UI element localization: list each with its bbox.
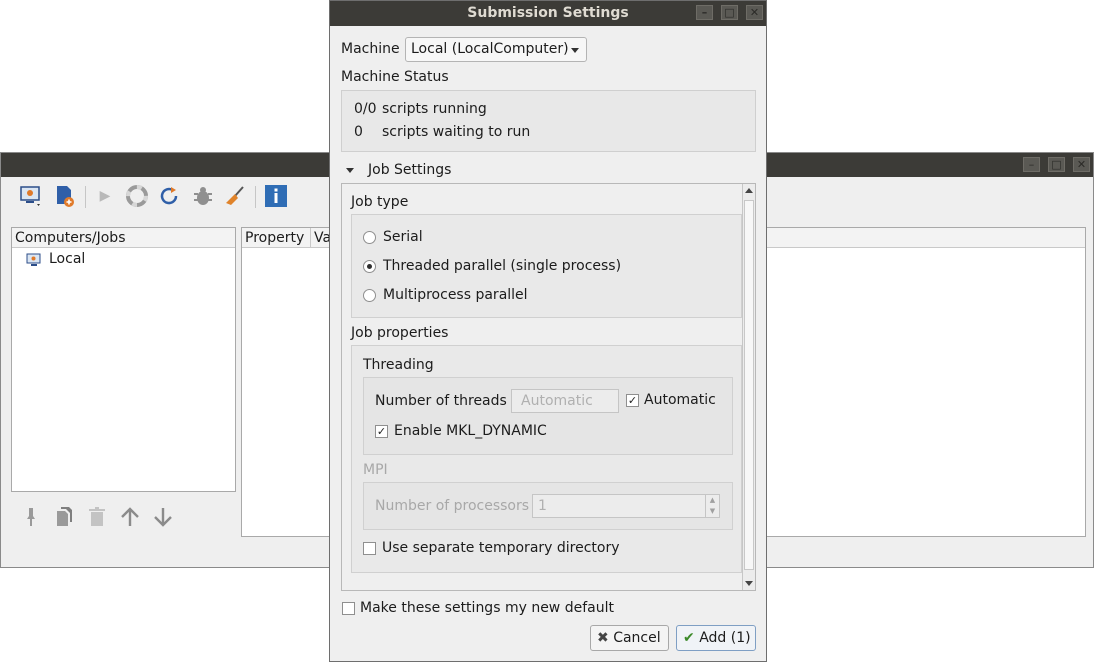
- job-settings-scrollarea[interactable]: Job type Serial Threaded parallel (singl…: [341, 183, 756, 591]
- job-settings-title: Job Settings: [368, 162, 452, 178]
- processors-spinbox[interactable]: 1 ▲ ▼: [532, 494, 720, 518]
- radio-label: Multiprocess parallel: [383, 287, 528, 303]
- radio-label: Threaded parallel (single process): [383, 258, 622, 274]
- add-button-label: Add (1): [699, 630, 751, 646]
- scroll-up-icon[interactable]: [745, 188, 753, 193]
- processors-label: Number of processors: [375, 498, 530, 514]
- close-icon[interactable]: ✕: [1073, 157, 1090, 172]
- threading-group: Number of threads Automatic ✓ Automatic …: [363, 377, 733, 455]
- machine-label: Machine: [341, 41, 400, 57]
- machine-status-title: Machine Status: [341, 69, 449, 85]
- clean-icon[interactable]: [223, 184, 247, 208]
- tree-item-label: Local: [49, 251, 86, 267]
- mpi-title: MPI: [363, 462, 388, 478]
- spin-arrows-icon[interactable]: ▲ ▼: [705, 495, 719, 517]
- machine-select[interactable]: Local (LocalComputer): [405, 37, 587, 62]
- default-settings-label: Make these settings my new default: [360, 600, 614, 616]
- tree-header[interactable]: Computers/Jobs: [12, 228, 235, 248]
- dialog-title: Submission Settings: [467, 5, 629, 21]
- job-properties-title: Job properties: [351, 325, 449, 341]
- copy-icon[interactable]: [52, 505, 76, 529]
- scroll-down-icon[interactable]: [745, 581, 753, 586]
- machine-status-box: 0/0 scripts running 0 scripts waiting to…: [341, 90, 756, 152]
- machine-select-value: Local (LocalComputer): [411, 41, 569, 57]
- mkl-dynamic-checkbox[interactable]: ✓: [375, 425, 388, 438]
- arrow-down-icon[interactable]: [151, 505, 175, 529]
- mkl-dynamic-label: Enable MKL_DYNAMIC: [394, 423, 547, 439]
- column-property[interactable]: Property: [245, 230, 304, 246]
- add-button[interactable]: ✔ Add (1): [676, 625, 756, 651]
- minimize-icon[interactable]: –: [1023, 157, 1040, 172]
- toolbar-separator: [85, 186, 86, 208]
- maximize-icon[interactable]: □: [721, 5, 738, 20]
- computer-icon: [26, 252, 42, 268]
- status-count: 0: [354, 124, 363, 140]
- cancel-button-label: Cancel: [613, 630, 661, 646]
- mpi-group: Number of processors 1 ▲ ▼: [363, 482, 733, 530]
- refresh-icon[interactable]: [157, 184, 181, 208]
- job-properties-group: Threading Number of threads Automatic ✓ …: [351, 345, 742, 573]
- status-text: scripts running: [382, 101, 487, 117]
- threading-title: Threading: [363, 357, 434, 373]
- toolbar-separator: [255, 186, 256, 208]
- info-icon[interactable]: [264, 184, 288, 208]
- bug-icon[interactable]: [191, 184, 215, 208]
- threads-label: Number of threads: [375, 393, 507, 409]
- close-icon[interactable]: ✕: [746, 5, 763, 20]
- arrow-up-icon[interactable]: [118, 505, 142, 529]
- threads-input[interactable]: Automatic: [511, 389, 619, 413]
- radio-button[interactable]: [363, 260, 376, 273]
- add-job-icon[interactable]: [53, 184, 77, 208]
- lifebuoy-icon[interactable]: [125, 184, 149, 208]
- cancel-button[interactable]: ✖ Cancel: [590, 625, 669, 651]
- computers-jobs-tree[interactable]: Computers/Jobs Local: [11, 227, 236, 492]
- temp-dir-label: Use separate temporary directory: [382, 540, 620, 556]
- computer-menu-icon[interactable]: [19, 184, 43, 208]
- chevron-down-icon: [571, 48, 579, 53]
- processors-value: 1: [538, 498, 547, 514]
- submission-settings-dialog: Submission Settings – □ ✕ Machine Local …: [329, 0, 767, 662]
- radio-button[interactable]: [363, 289, 376, 302]
- dialog-titlebar: Submission Settings – □ ✕: [330, 1, 766, 26]
- minimize-icon[interactable]: –: [696, 5, 713, 20]
- maximize-icon[interactable]: □: [1048, 157, 1065, 172]
- vertical-scrollbar[interactable]: [742, 184, 755, 590]
- job-type-title: Job type: [351, 194, 409, 210]
- chevron-down-icon: [346, 168, 354, 173]
- radio-label: Serial: [383, 229, 423, 245]
- run-icon[interactable]: ▶: [93, 184, 117, 208]
- scrollbar-thumb[interactable]: [744, 200, 754, 570]
- trash-icon[interactable]: [85, 505, 109, 529]
- temp-dir-checkbox[interactable]: [363, 542, 376, 555]
- pin-icon[interactable]: [19, 505, 43, 529]
- status-count: 0/0: [354, 101, 377, 117]
- automatic-label: Automatic: [644, 392, 716, 408]
- default-settings-checkbox[interactable]: [342, 602, 355, 615]
- automatic-checkbox[interactable]: ✓: [626, 394, 639, 407]
- radio-button[interactable]: [363, 231, 376, 244]
- job-type-group: Serial Threaded parallel (single process…: [351, 214, 742, 318]
- status-text: scripts waiting to run: [382, 124, 531, 140]
- cancel-icon: ✖: [597, 630, 609, 646]
- column-value[interactable]: Va: [310, 228, 331, 248]
- check-icon: ✔: [683, 630, 695, 646]
